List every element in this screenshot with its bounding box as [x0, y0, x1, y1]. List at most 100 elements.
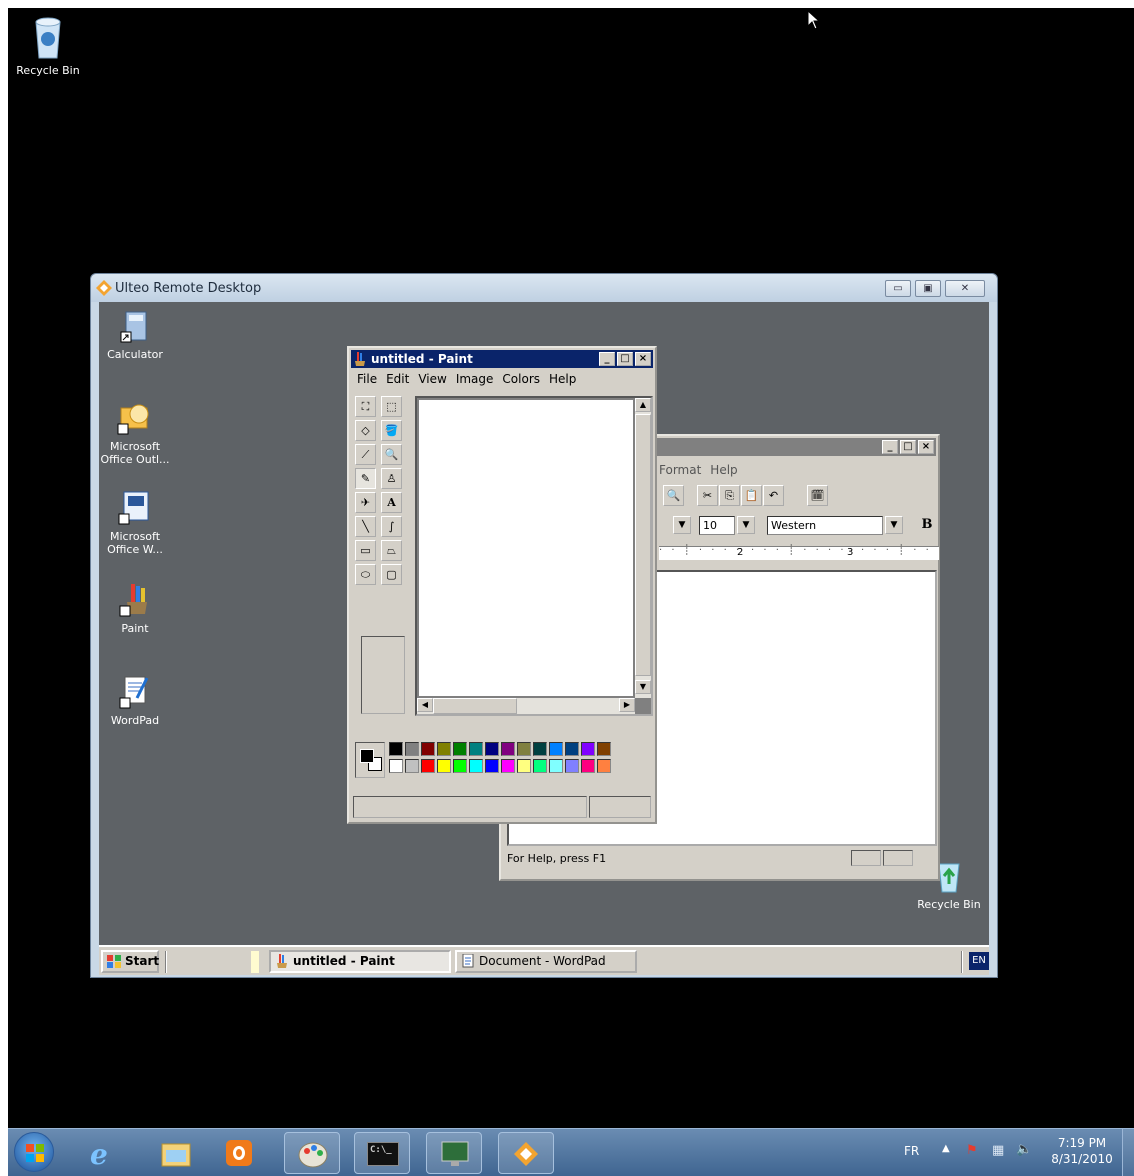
find-button[interactable]: 🔍	[663, 485, 684, 506]
paint-taskbar-button[interactable]	[284, 1132, 340, 1174]
ellipse-tool[interactable]: ⬭	[355, 564, 376, 585]
rectangle-tool[interactable]: ▭	[355, 540, 376, 561]
paint-shortcut[interactable]: Paint	[99, 582, 175, 635]
font-dropdown-button[interactable]: ▼	[673, 516, 691, 534]
menu-file[interactable]: File	[357, 372, 377, 386]
menu-edit[interactable]: Edit	[386, 372, 409, 386]
palette-swatch-bottom-12[interactable]	[581, 759, 595, 773]
wordpad-shortcut[interactable]: WordPad	[99, 674, 175, 727]
font-size-field[interactable]: 10	[699, 516, 735, 535]
volume-icon[interactable]: 🔈	[1016, 1142, 1032, 1157]
eraser-tool[interactable]: ◇	[355, 420, 376, 441]
tool-options-panel[interactable]	[361, 636, 405, 714]
polygon-tool[interactable]: ⏢	[381, 540, 402, 561]
palette-swatch-top-10[interactable]	[549, 742, 563, 756]
menu-help[interactable]: Help	[549, 372, 576, 386]
palette-swatch-bottom-11[interactable]	[565, 759, 579, 773]
text-tool[interactable]: A	[381, 492, 402, 513]
palette-swatch-bottom-2[interactable]	[421, 759, 435, 773]
palette-swatch-top-0[interactable]	[389, 742, 403, 756]
palette-swatch-top-5[interactable]	[469, 742, 483, 756]
script-field[interactable]: Western	[767, 516, 883, 535]
action-center-icon[interactable]: ⚑	[966, 1143, 978, 1158]
menu-colors[interactable]: Colors	[502, 372, 540, 386]
palette-swatch-top-13[interactable]	[597, 742, 611, 756]
palette-swatch-bottom-3[interactable]	[437, 759, 451, 773]
insert-datetime-button[interactable]: 🗓	[807, 485, 828, 506]
palette-swatch-bottom-5[interactable]	[469, 759, 483, 773]
palette-swatch-top-9[interactable]	[533, 742, 547, 756]
airbrush-tool[interactable]: ✈	[355, 492, 376, 513]
wordpad-minimize-button[interactable]: _	[882, 440, 898, 454]
magnifier-tool[interactable]: 🔍	[381, 444, 402, 465]
pencil-tool[interactable]: ✎	[355, 468, 376, 489]
scroll-right-button[interactable]: ▶	[619, 698, 635, 712]
menu-view[interactable]: View	[418, 372, 446, 386]
minimize-button[interactable]: ▭	[885, 280, 911, 297]
palette-swatch-bottom-9[interactable]	[533, 759, 547, 773]
palette-swatch-top-3[interactable]	[437, 742, 451, 756]
palette-swatch-bottom-1[interactable]	[405, 759, 419, 773]
vertical-scroll-thumb[interactable]	[635, 414, 651, 676]
paint-close-button[interactable]: ×	[635, 352, 651, 366]
menu-image[interactable]: Image	[456, 372, 494, 386]
palette-swatch-top-4[interactable]	[453, 742, 467, 756]
undo-button[interactable]: ↶	[763, 485, 784, 506]
scroll-left-button[interactable]: ◀	[417, 698, 433, 712]
palette-swatch-bottom-10[interactable]	[549, 759, 563, 773]
paint-maximize-button[interactable]: □	[617, 352, 633, 366]
network-icon[interactable]: ▦	[992, 1143, 1004, 1158]
ulteo-taskbar-button[interactable]	[498, 1132, 554, 1174]
taskbar-wordpad-button[interactable]: Document - WordPad	[455, 950, 637, 973]
palette-swatch-top-7[interactable]	[501, 742, 515, 756]
clock[interactable]: 7:19 PM 8/31/2010	[1046, 1135, 1118, 1167]
word-shortcut[interactable]: Microsoft Office W...	[99, 490, 175, 556]
maximize-button[interactable]: ▣	[915, 280, 941, 297]
quicklaunch-handle[interactable]	[251, 951, 259, 973]
palette-swatch-top-12[interactable]	[581, 742, 595, 756]
horizontal-scroll-thumb[interactable]	[433, 698, 517, 714]
ie-taskbar-button[interactable]: e	[76, 1132, 132, 1174]
cmd-taskbar-button[interactable]: C:\_	[354, 1132, 410, 1174]
show-hidden-icons-button[interactable]: ▲	[942, 1143, 950, 1154]
palette-swatch-bottom-8[interactable]	[517, 759, 531, 773]
menu-format[interactable]: Format	[659, 463, 701, 477]
rect-select-tool[interactable]: ⬚	[381, 396, 402, 417]
wordpad-close-button[interactable]: ×	[918, 440, 934, 454]
color-picker-tool[interactable]: ⟋	[355, 444, 376, 465]
palette-swatch-bottom-4[interactable]	[453, 759, 467, 773]
paint-vertical-scrollbar[interactable]: ▲ ▼	[635, 398, 651, 698]
font-size-dropdown-button[interactable]: ▼	[737, 516, 755, 534]
remote-title-bar[interactable]: Ulteo Remote Desktop ▭ ▣ ✕	[91, 274, 997, 302]
palette-swatch-bottom-13[interactable]	[597, 759, 611, 773]
palette-swatch-bottom-6[interactable]	[485, 759, 499, 773]
line-tool[interactable]: ╲	[355, 516, 376, 537]
copy-button[interactable]: ⎘	[719, 485, 740, 506]
menu-help[interactable]: Help	[710, 463, 737, 477]
palette-swatch-top-1[interactable]	[405, 742, 419, 756]
win7-start-button[interactable]	[14, 1132, 54, 1172]
palette-swatch-bottom-0[interactable]	[389, 759, 403, 773]
paint-canvas[interactable]	[419, 400, 633, 696]
palette-swatch-top-11[interactable]	[565, 742, 579, 756]
rounded-rect-tool[interactable]: ▢	[381, 564, 402, 585]
explorer-taskbar-button[interactable]	[148, 1132, 204, 1174]
palette-swatch-top-8[interactable]	[517, 742, 531, 756]
paint-minimize-button[interactable]: _	[599, 352, 615, 366]
fill-tool[interactable]: 🪣	[381, 420, 402, 441]
palette-swatch-top-2[interactable]	[421, 742, 435, 756]
close-button[interactable]: ✕	[945, 280, 985, 297]
paint-horizontal-scrollbar[interactable]: ◀ ▶	[417, 698, 635, 714]
start-button[interactable]: Start	[101, 950, 159, 973]
scroll-down-button[interactable]: ▼	[635, 680, 651, 694]
calculator-shortcut[interactable]: Calculator	[99, 310, 175, 361]
media-player-taskbar-button[interactable]	[212, 1132, 268, 1174]
curve-tool[interactable]: ∫	[381, 516, 402, 537]
paste-button[interactable]: 📋	[741, 485, 762, 506]
palette-swatch-top-6[interactable]	[485, 742, 499, 756]
script-dropdown-button[interactable]: ▼	[885, 516, 903, 534]
show-desktop-button[interactable]	[1122, 1129, 1134, 1176]
recycle-bin-shortcut[interactable]: Recycle Bin	[8, 16, 88, 77]
palette-swatch-bottom-7[interactable]	[501, 759, 515, 773]
scroll-up-button[interactable]: ▲	[635, 398, 651, 412]
